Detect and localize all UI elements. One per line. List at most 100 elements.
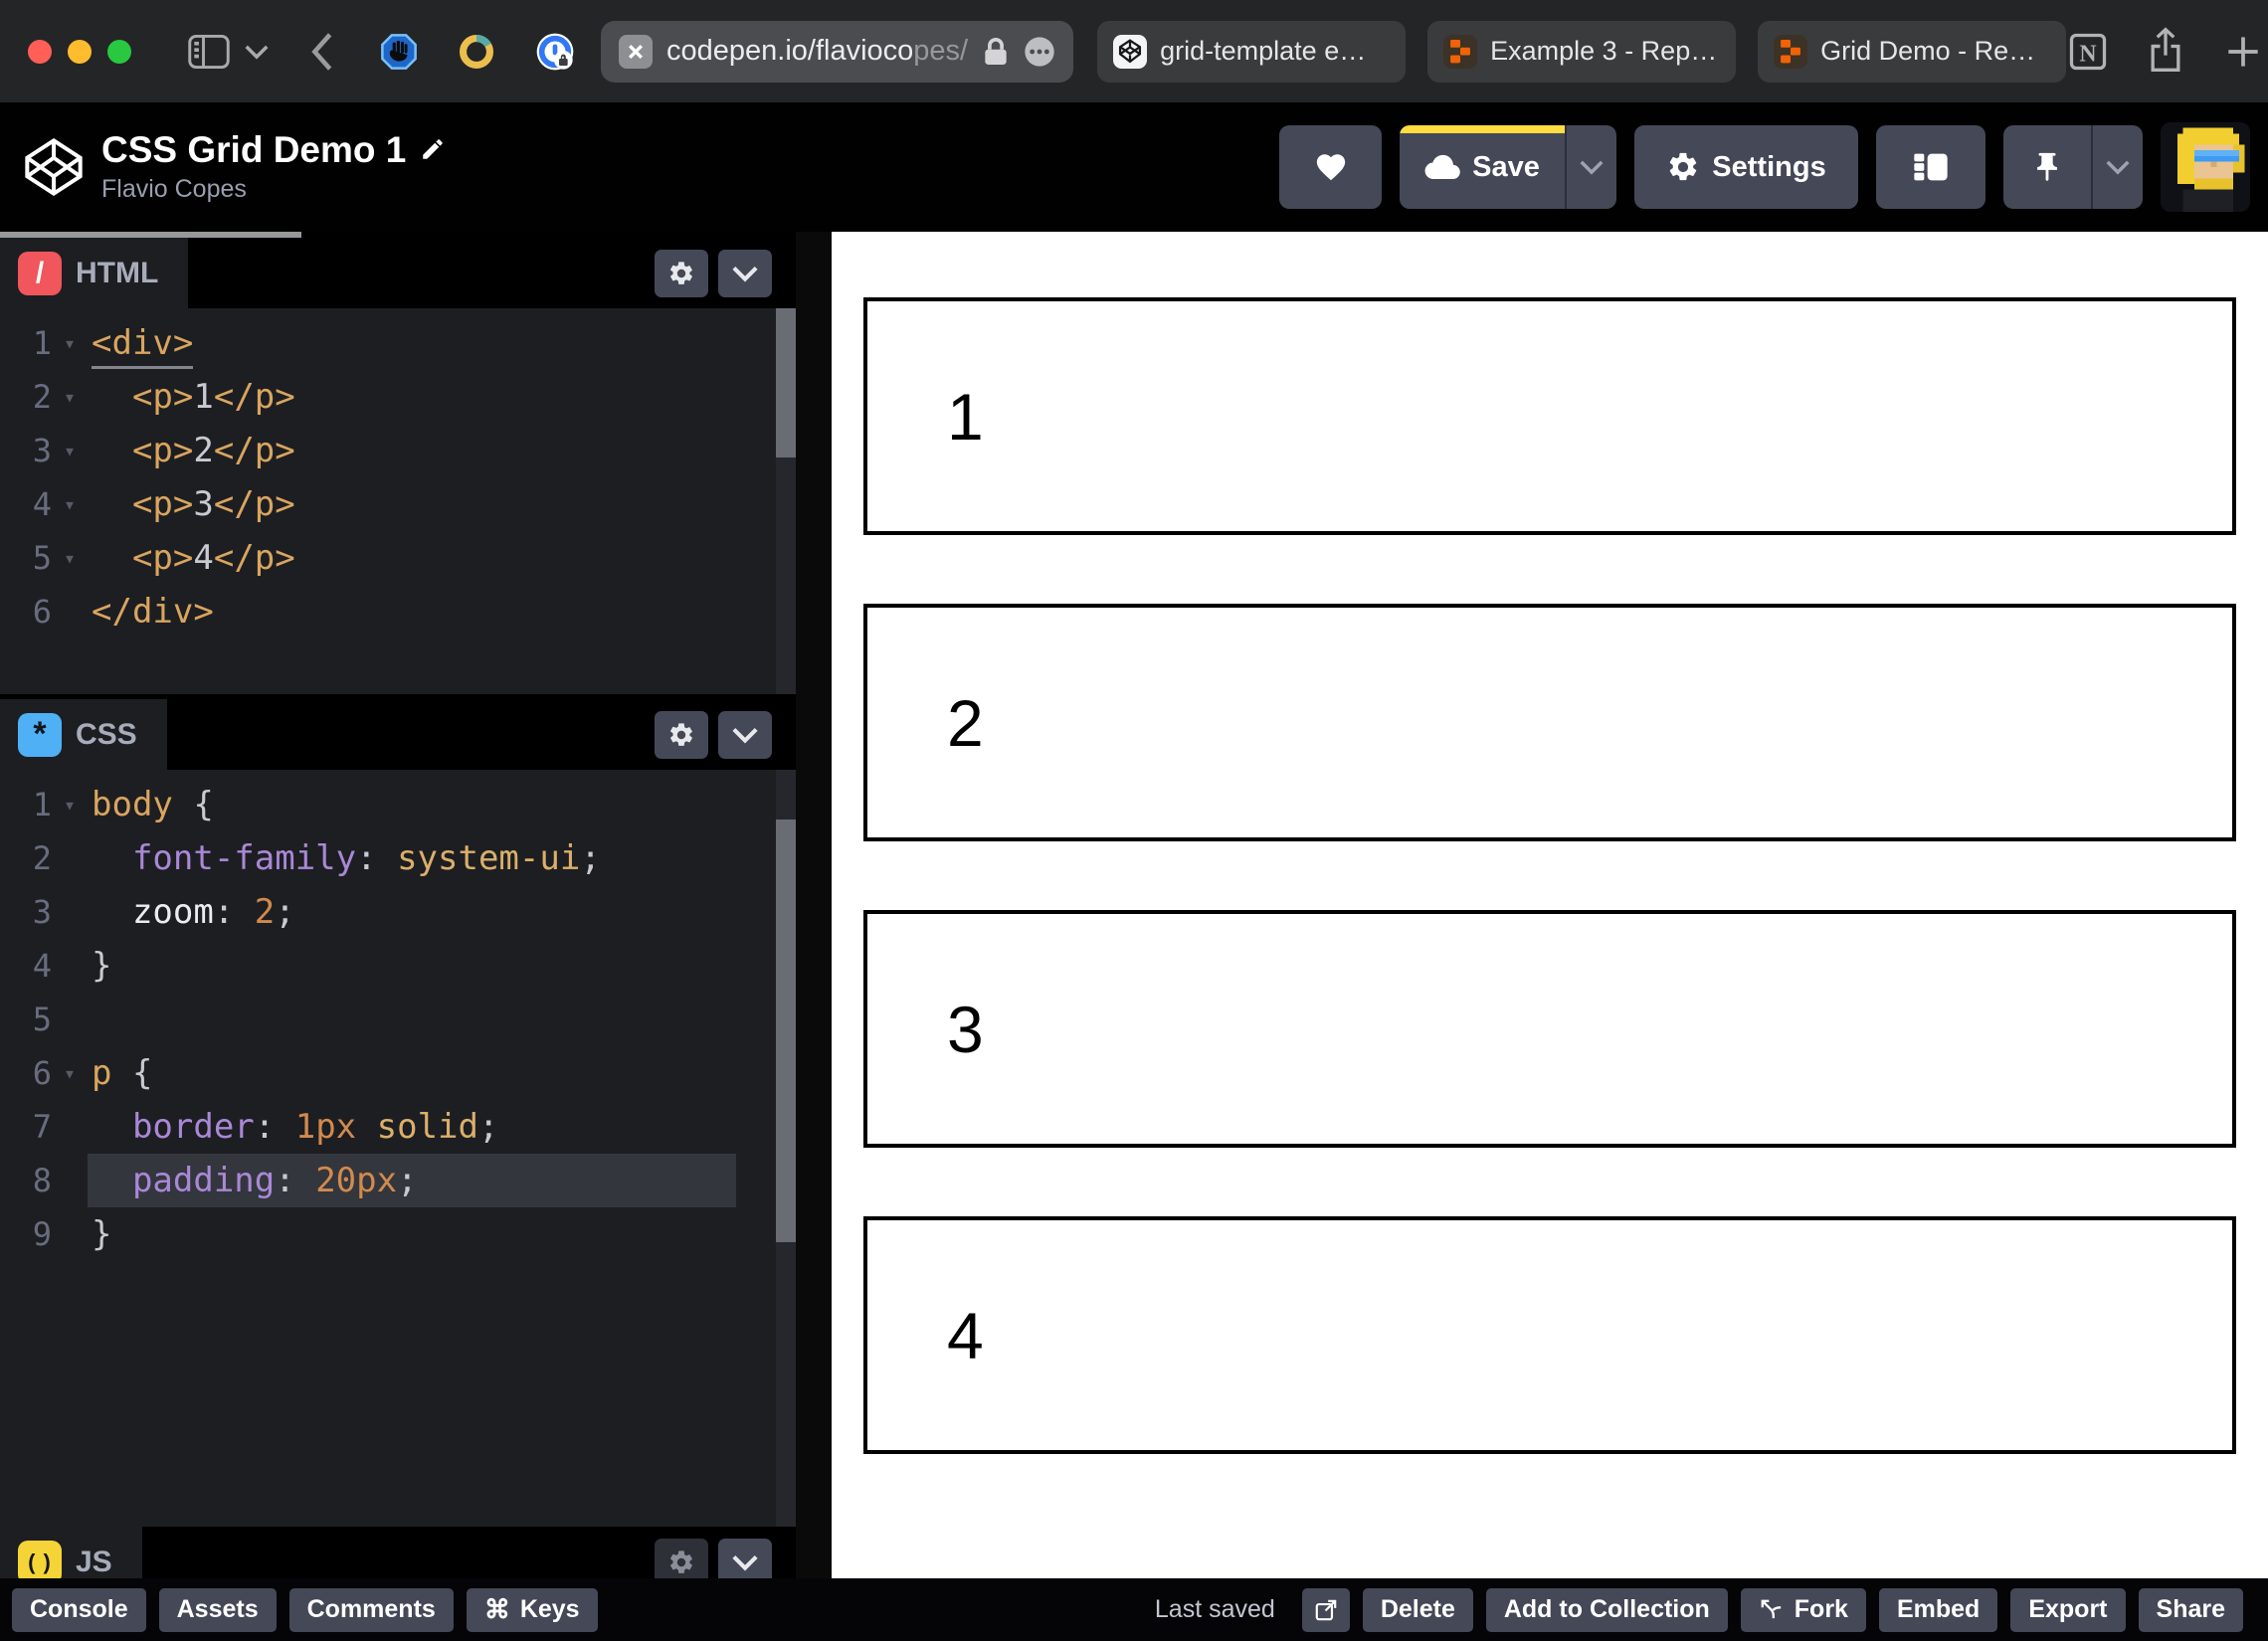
browser-tab[interactable]: Example 3 - Rep… — [1427, 21, 1736, 83]
html-scrollbar-track[interactable] — [776, 308, 796, 694]
notion-extension-icon[interactable]: N — [2066, 30, 2110, 74]
activity-ring-extension-icon[interactable] — [458, 33, 495, 71]
new-tab-icon[interactable] — [2221, 30, 2265, 74]
save-options-button[interactable] — [1565, 125, 1616, 209]
button-label: Assets — [177, 1595, 259, 1624]
password-manager-extension-icon[interactable] — [535, 32, 575, 72]
line-number: 3 — [0, 885, 52, 939]
line-number: 4 — [0, 939, 52, 993]
html-code-editor[interactable]: 1▾<div>2▾ <p>1</p>3▾ <p>2</p>4▾ <p>3</p>… — [0, 308, 796, 694]
css-panel-tab[interactable]: * CSS — [0, 699, 167, 770]
html-settings-button[interactable] — [655, 250, 708, 297]
save-button[interactable]: Save — [1400, 125, 1565, 209]
browser-tab[interactable]: grid-template e… — [1097, 21, 1406, 83]
code-line[interactable]: 5▾ <p>4</p> — [0, 531, 796, 585]
export-button[interactable]: Export — [2010, 1588, 2125, 1632]
line-number: 1 — [0, 316, 52, 370]
fold-arrow-icon[interactable]: ▾ — [52, 1046, 88, 1100]
back-button-icon[interactable] — [308, 31, 336, 73]
line-number: 9 — [0, 1207, 52, 1261]
comments-button[interactable]: Comments — [289, 1588, 454, 1632]
add-to-collection-button[interactable]: Add to Collection — [1486, 1588, 1728, 1632]
code-text: <p>2</p> — [88, 424, 295, 477]
settings-button[interactable]: Settings — [1634, 125, 1858, 209]
embed-button[interactable]: Embed — [1879, 1588, 1997, 1632]
lock-icon — [982, 36, 1010, 68]
page-options-icon[interactable] — [1024, 36, 1055, 68]
fold-arrow-icon[interactable]: ▾ — [52, 531, 88, 585]
css-settings-button[interactable] — [655, 711, 708, 759]
code-line[interactable]: 3 zoom: 2; — [0, 885, 796, 939]
code-line[interactable]: 6▾p { — [0, 1046, 796, 1100]
button-label: Fork — [1795, 1595, 1848, 1624]
code-line[interactable]: 3▾ <p>2</p> — [0, 424, 796, 477]
html-collapse-button[interactable] — [718, 250, 772, 297]
tab-title: Example 3 - Rep… — [1490, 36, 1717, 67]
code-line[interactable]: 9} — [0, 1207, 796, 1261]
sidebar-toggle-icon[interactable] — [187, 33, 231, 71]
fork-button[interactable]: Fork — [1741, 1588, 1866, 1632]
fold-arrow-icon[interactable]: ▾ — [52, 370, 88, 424]
button-label: Embed — [1897, 1595, 1980, 1624]
code-line[interactable]: 6 </div> — [0, 585, 796, 638]
cloud-icon — [1424, 153, 1460, 181]
address-bar[interactable]: codepen.io/flaviocopes/ — [601, 21, 1073, 83]
sidebar-chevron-icon[interactable] — [245, 44, 269, 60]
code-line[interactable]: 2▾ <p>1</p> — [0, 370, 796, 424]
html-panel-header: / HTML — [0, 238, 796, 308]
delete-button[interactable]: Delete — [1363, 1588, 1473, 1632]
code-line[interactable]: 5 — [0, 993, 796, 1046]
code-line[interactable]: 1▾<div> — [0, 316, 796, 370]
share-icon[interactable] — [2144, 26, 2187, 78]
html-panel-tab[interactable]: / HTML — [0, 238, 188, 308]
edit-title-icon[interactable] — [420, 130, 446, 171]
fold-arrow-icon[interactable]: ▾ — [52, 778, 88, 831]
css-collapse-button[interactable] — [718, 711, 772, 759]
css-scrollbar-thumb[interactable] — [776, 820, 796, 1242]
console-button[interactable]: Console — [12, 1588, 146, 1632]
code-text: zoom: 2; — [88, 885, 295, 939]
line-number: 6 — [0, 585, 52, 638]
close-window-button[interactable] — [28, 40, 52, 64]
pin-button[interactable] — [2003, 125, 2091, 209]
share-button[interactable]: Share — [2139, 1588, 2243, 1632]
code-line[interactable]: 1▾body { — [0, 778, 796, 831]
code-line[interactable]: 8 padding: 20px; — [0, 1154, 796, 1207]
css-scrollbar-track[interactable] — [776, 770, 796, 1527]
editor-column: / HTML 1▾<div>2▾ <p>1</p>3▾ <p>2</p>4▾ <… — [0, 232, 796, 1578]
change-view-button[interactable] — [1876, 125, 1985, 209]
code-text: </div> — [88, 585, 214, 638]
like-button[interactable] — [1279, 125, 1382, 209]
editor-preview-divider[interactable] — [796, 232, 832, 1578]
minimize-window-button[interactable] — [68, 40, 92, 64]
avatar[interactable] — [2161, 122, 2250, 212]
button-label: Export — [2028, 1595, 2107, 1624]
open-in-new-window-button[interactable] — [1302, 1588, 1350, 1632]
content-blocker-extension-icon[interactable] — [380, 33, 418, 71]
fold-arrow-icon[interactable]: ▾ — [52, 477, 88, 531]
line-number: 4 — [0, 477, 52, 531]
code-line[interactable]: 4} — [0, 939, 796, 993]
browser-tab[interactable]: Grid Demo - Re… — [1758, 21, 2066, 83]
zoom-window-button[interactable] — [107, 40, 131, 64]
css-icon: * — [18, 713, 62, 757]
preview-box: 2 — [863, 604, 2236, 841]
pin-options-button[interactable] — [2091, 125, 2143, 209]
assets-button[interactable]: Assets — [159, 1588, 277, 1632]
preview-pane: 1234 — [832, 232, 2268, 1578]
html-panel-label: HTML — [76, 257, 158, 290]
codepen-logo-icon[interactable] — [22, 135, 86, 199]
code-text: } — [88, 1207, 111, 1261]
keys-button[interactable]: ⌘Keys — [467, 1588, 598, 1632]
fold-arrow-icon[interactable]: ▾ — [52, 316, 88, 370]
code-text: font-family: system-ui; — [88, 831, 601, 885]
code-line[interactable]: 2 font-family: system-ui; — [0, 831, 796, 885]
fold-arrow-icon[interactable]: ▾ — [52, 424, 88, 477]
code-line[interactable]: 4▾ <p>3</p> — [0, 477, 796, 531]
gear-icon — [667, 260, 695, 287]
blocker-badge-icon[interactable] — [619, 35, 653, 69]
css-code-editor[interactable]: 1▾body {2 font-family: system-ui;3 zoom:… — [0, 770, 796, 1527]
html-scrollbar-thumb[interactable] — [776, 308, 796, 457]
code-line[interactable]: 7 border: 1px solid; — [0, 1100, 796, 1154]
button-label: Keys — [520, 1595, 580, 1624]
